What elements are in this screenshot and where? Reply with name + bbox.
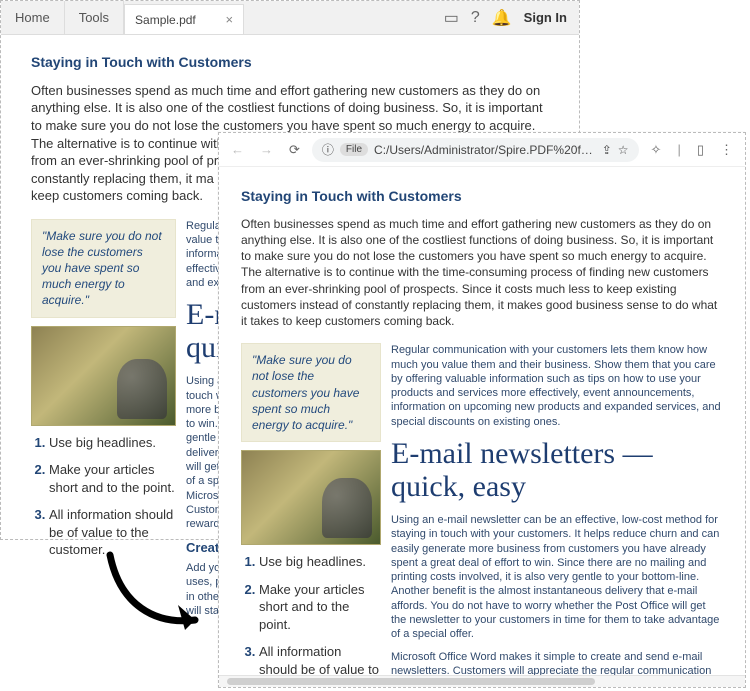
address-text: C:/Users/Administrator/Spire.PDF%20for%2… <box>374 143 596 157</box>
article-image <box>241 450 381 545</box>
pull-quote: "Make sure you do not lose the customers… <box>31 219 176 318</box>
star-icon[interactable]: ☆ <box>618 143 629 157</box>
tip-item: All information should be of value to th… <box>49 507 173 557</box>
info-icon: ⓘ <box>322 141 334 158</box>
tips-list: Use big headlines. Make your articles sh… <box>241 553 381 675</box>
tip-item: Use big headlines. <box>259 554 366 569</box>
sign-in-button[interactable]: Sign In <box>524 10 567 25</box>
doc-heading: Staying in Touch with Customers <box>241 187 723 206</box>
extensions-icon[interactable]: ✧ <box>647 139 666 161</box>
email-heading: E-mail newsletters — quick, easy <box>391 437 723 503</box>
scheme-pill: File <box>340 143 368 156</box>
address-bar[interactable]: ⓘ File C:/Users/Administrator/Spire.PDF%… <box>312 138 639 162</box>
forward-icon[interactable]: → <box>256 139 277 160</box>
share-icon[interactable]: ⇪ <box>602 143 612 157</box>
pull-quote: "Make sure you do not lose the customers… <box>241 343 381 442</box>
doc-heading: Staying in Touch with Customers <box>31 53 549 72</box>
tips-list: Use big headlines. Make your articles sh… <box>31 434 176 559</box>
word-para: Microsoft Office Word makes it simple to… <box>391 650 723 675</box>
pdf-toolbar: Home Tools Sample.pdf × ▭ ? 🔔 Sign In <box>1 1 579 35</box>
bell-icon[interactable]: 🔔 <box>492 8 512 28</box>
tools-tab[interactable]: Tools <box>65 1 124 34</box>
article-image <box>31 326 176 426</box>
reg-comm-para: Regular communication with your customer… <box>391 343 723 429</box>
file-tab[interactable]: Sample.pdf × <box>124 4 244 34</box>
help-icon[interactable]: ? <box>471 9 480 27</box>
browser-window: ← → ⟳ ⓘ File C:/Users/Administrator/Spir… <box>218 132 746 688</box>
reader-icon[interactable]: ▯ <box>693 139 708 161</box>
back-icon[interactable]: ← <box>227 139 248 160</box>
horizontal-scrollbar[interactable] <box>219 675 745 687</box>
chat-icon[interactable]: ▭ <box>444 8 459 28</box>
home-tab[interactable]: Home <box>1 1 65 34</box>
email-para: Using an e-mail newsletter can be an eff… <box>391 513 723 642</box>
tip-item: Use big headlines. <box>49 435 156 450</box>
intro-paragraph: Often businesses spend as much time and … <box>241 216 723 329</box>
browser-toolbar: ← → ⟳ ⓘ File C:/Users/Administrator/Spir… <box>219 133 745 167</box>
close-icon[interactable]: × <box>225 12 233 27</box>
menu-icon[interactable]: ⋮ <box>716 139 737 161</box>
browser-document-view: Staying in Touch with Customers Often bu… <box>219 167 745 675</box>
tip-item: All information should be of value to th… <box>259 644 379 675</box>
tip-item: Make your articles short and to the poin… <box>49 462 175 495</box>
file-tab-label: Sample.pdf <box>135 13 196 27</box>
tip-item: Make your articles short and to the poin… <box>259 582 364 632</box>
reload-icon[interactable]: ⟳ <box>285 139 304 161</box>
